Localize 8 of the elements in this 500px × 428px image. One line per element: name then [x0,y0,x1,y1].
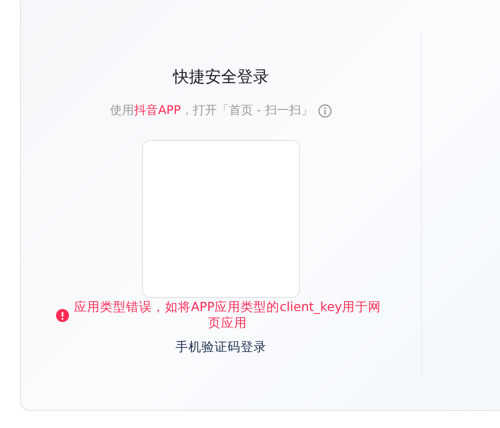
subtitle-text: 使用 [110,102,134,119]
error-message: 应用类型错误，如将APP应用类型的client_key用于网页应用 [72,299,382,331]
login-title: 快捷安全登录 [173,67,269,88]
info-icon[interactable] [318,104,332,118]
sms-login-link[interactable]: 手机验证码登录 [176,339,266,356]
subtitle-text: ，打开「首页 - 扫一扫」 [180,102,313,119]
error-icon [56,308,69,322]
app-name: 抖音APP [134,102,181,119]
